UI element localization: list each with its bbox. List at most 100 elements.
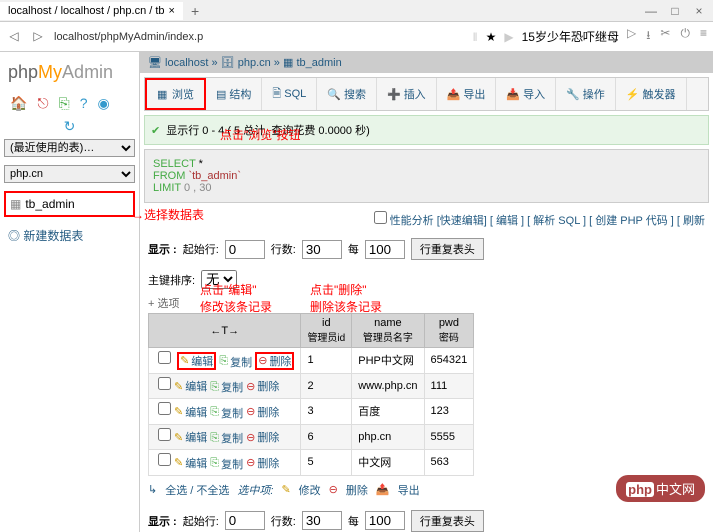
copy-icon: ⎘ bbox=[219, 355, 228, 368]
repeat-input[interactable] bbox=[365, 240, 405, 259]
copy-link[interactable]: ⎘复制 bbox=[210, 379, 243, 395]
annotation-browse: 点击"浏览"按钮 bbox=[220, 126, 301, 143]
delete-link[interactable]: ⊖删除 bbox=[258, 353, 291, 369]
display-controls-top: 显示 :起始行: 行数: 每 行重复表头 bbox=[140, 232, 713, 266]
copy-link[interactable]: ⎘复制 bbox=[219, 354, 252, 370]
edit-link[interactable]: ✎编辑 bbox=[174, 455, 207, 471]
exit-icon[interactable]: ⎋ bbox=[37, 95, 48, 112]
th-id[interactable]: id管理员id bbox=[301, 314, 352, 348]
data-table: ←T→ id管理员id name管理员名字 pwd密码 ✎编辑 ⎘复制 ⊖删除 … bbox=[148, 313, 474, 476]
table-row: ✎编辑 ⎘复制 ⊖删除 3百度123 bbox=[149, 399, 474, 425]
check-icon: ✔ bbox=[151, 124, 160, 137]
start-row-input-b[interactable] bbox=[225, 511, 265, 530]
window-max-icon[interactable]: □ bbox=[669, 4, 681, 18]
tab-operations[interactable]: 🔧操作 bbox=[556, 78, 616, 110]
copy-link[interactable]: ⎘复制 bbox=[210, 430, 243, 446]
bulk-export[interactable]: 导出 bbox=[398, 482, 420, 498]
trigger-icon: ⚡ bbox=[626, 88, 640, 101]
power-icon[interactable]: ⏻ bbox=[680, 26, 690, 47]
help-icon[interactable]: ? bbox=[80, 95, 88, 112]
mysql-icon[interactable]: ◉ bbox=[98, 95, 110, 112]
th-name[interactable]: name管理员名字 bbox=[352, 314, 424, 348]
table-row: ✎编辑 ⎘复制 ⊖删除 1PHP中文网654321 bbox=[149, 348, 474, 374]
search-icon: 🔍 bbox=[327, 88, 341, 101]
th-actions: ←T→ bbox=[149, 314, 301, 348]
delete-link[interactable]: ⊖删除 bbox=[246, 455, 279, 471]
sql-links[interactable]: [快速编辑] [ 编辑 ] [ 解析 SQL ] [ 创建 PHP 代码 ] [… bbox=[437, 215, 705, 227]
breadcrumb-ext: 15岁少年恐吓继母 bbox=[522, 28, 619, 45]
breadcrumb: 🖥 localhost » 🗄 php.cn » ▦ tb_admin bbox=[140, 52, 713, 73]
edit-link[interactable]: ✎编辑 bbox=[174, 378, 207, 394]
row-checkbox[interactable] bbox=[158, 351, 171, 364]
play-icon[interactable]: ▷ bbox=[627, 26, 636, 47]
copy-link[interactable]: ⎘复制 bbox=[210, 456, 243, 472]
tab-triggers[interactable]: ⚡触发器 bbox=[616, 78, 687, 110]
tab-sql[interactable]: 🗎SQL bbox=[262, 78, 317, 110]
url-bar: ◁ ▷ localhost/phpMyAdmin/index.p ‖ ★ ▶ 1… bbox=[0, 22, 713, 52]
table-tree-item[interactable]: ▦ tb_admin bbox=[4, 191, 135, 217]
menu-icon[interactable]: ≡ bbox=[700, 26, 707, 47]
repeat-header-button-b[interactable]: 行重复表头 bbox=[411, 510, 484, 532]
sql-icon[interactable]: ⎘ bbox=[59, 95, 70, 112]
edit-link[interactable]: ✎编辑 bbox=[174, 404, 207, 420]
recent-tables-select[interactable]: (最近使用的表)… bbox=[4, 139, 135, 157]
nav-back-icon[interactable]: ◁ bbox=[6, 29, 22, 45]
table-row: ✎编辑 ⎘复制 ⊖删除 6php.cn5555 bbox=[149, 424, 474, 450]
tab-export[interactable]: 📤导出 bbox=[437, 78, 497, 110]
edit-link[interactable]: ✎编辑 bbox=[174, 429, 207, 445]
pencil-icon: ✎ bbox=[281, 483, 290, 496]
tab-structure[interactable]: ▤结构 bbox=[206, 78, 262, 110]
bulk-edit[interactable]: 修改 bbox=[299, 482, 321, 498]
nav-fwd-icon[interactable]: ▷ bbox=[30, 29, 46, 45]
reload-icon[interactable]: ↻ bbox=[4, 118, 135, 135]
profiling-checkbox[interactable] bbox=[374, 211, 387, 224]
insert-icon: ➕ bbox=[387, 88, 401, 101]
repeat-header-button[interactable]: 行重复表头 bbox=[411, 238, 484, 260]
sql-tab-icon: 🗎 bbox=[272, 85, 281, 104]
scissors-icon[interactable]: ✂ bbox=[660, 26, 670, 47]
annotation-delete: 点击"删除"删除该条记录 bbox=[310, 281, 382, 315]
sidebar: phpMyAdmin 🏠 ⎋ ⎘ ? ◉ ↻ (最近使用的表)… php.cn … bbox=[0, 52, 140, 532]
performance-row: 性能分析 [快速编辑] [ 编辑 ] [ 解析 SQL ] [ 创建 PHP 代… bbox=[140, 207, 713, 232]
gear-icon: 🔧 bbox=[566, 88, 580, 101]
tab-search[interactable]: 🔍搜索 bbox=[317, 78, 377, 110]
delete-link[interactable]: ⊖删除 bbox=[246, 378, 279, 394]
row-checkbox[interactable] bbox=[158, 377, 171, 390]
start-row-input[interactable] bbox=[225, 240, 265, 259]
export-icon: 📤 bbox=[447, 88, 461, 101]
new-table-link[interactable]: ◎ 新建数据表 bbox=[4, 221, 135, 250]
edit-link[interactable]: ✎编辑 bbox=[180, 353, 213, 369]
delete-icon: ⊖ bbox=[258, 354, 267, 367]
tab-browse[interactable]: ▦浏览 bbox=[145, 78, 206, 110]
table-icon: ▦ bbox=[10, 197, 21, 211]
th-pwd[interactable]: pwd密码 bbox=[424, 314, 474, 348]
copy-link[interactable]: ⎘复制 bbox=[210, 405, 243, 421]
bulk-delete[interactable]: 删除 bbox=[346, 482, 368, 498]
export-icon: 📤 bbox=[376, 483, 390, 496]
annotation-edit: 点击"编辑"修改该条记录 bbox=[200, 281, 272, 315]
url-field[interactable]: localhost/phpMyAdmin/index.p bbox=[54, 31, 465, 43]
delete-link[interactable]: ⊖删除 bbox=[246, 429, 279, 445]
delete-link[interactable]: ⊖删除 bbox=[246, 404, 279, 420]
tab-close-icon[interactable]: × bbox=[169, 5, 175, 17]
row-checkbox[interactable] bbox=[158, 453, 171, 466]
pencil-icon: ✎ bbox=[180, 354, 189, 367]
database-select[interactable]: php.cn bbox=[4, 165, 135, 183]
browser-tab[interactable]: localhost / localhost / php.cn / tb× bbox=[0, 2, 183, 20]
tab-insert[interactable]: ➕插入 bbox=[377, 78, 437, 110]
download-icon[interactable]: ⭳ bbox=[646, 26, 650, 47]
home-icon[interactable]: 🏠 bbox=[10, 95, 27, 112]
table-row: ✎编辑 ⎘复制 ⊖删除 5中文网563 bbox=[149, 450, 474, 476]
row-count-input-b[interactable] bbox=[302, 511, 342, 530]
row-count-input[interactable] bbox=[302, 240, 342, 259]
new-tab-button[interactable]: + bbox=[183, 3, 207, 19]
tab-import[interactable]: 📥导入 bbox=[496, 78, 556, 110]
row-checkbox[interactable] bbox=[158, 428, 171, 441]
window-close-icon[interactable]: × bbox=[693, 4, 705, 18]
repeat-input-b[interactable] bbox=[365, 511, 405, 530]
row-checkbox[interactable] bbox=[158, 402, 171, 415]
window-min-icon[interactable]: — bbox=[645, 4, 657, 18]
select-all-link[interactable]: 全选 / 不全选 bbox=[165, 482, 229, 498]
browse-icon: ▦ bbox=[157, 88, 169, 100]
tabs-row: ▦浏览 ▤结构 🗎SQL 🔍搜索 ➕插入 📤导出 📥导入 🔧操作 ⚡触发器 bbox=[144, 77, 709, 111]
